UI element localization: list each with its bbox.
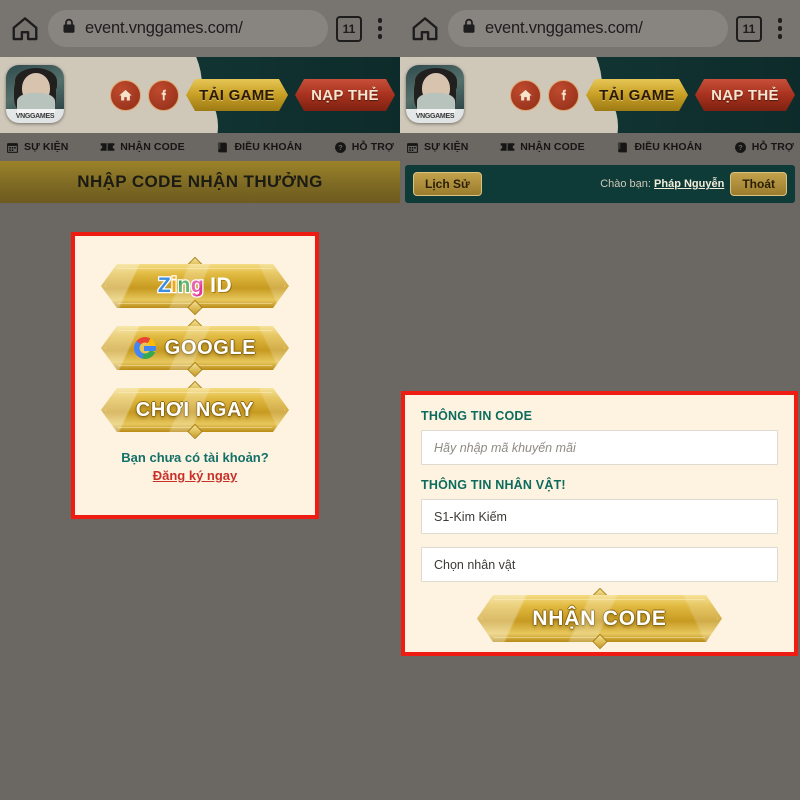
- calendar-icon: [406, 141, 419, 154]
- header-actions: TẢI GAME NẠP THẺ: [110, 79, 395, 111]
- tab-count-value: 11: [342, 21, 356, 36]
- site-nav: SỰ KIỆN NHẬN CODE ĐIỀU KHOẢN ? HỖ TRỢ: [0, 133, 400, 161]
- url-text: event.vnggames.com/: [485, 19, 643, 37]
- question-circle-icon: ?: [734, 141, 747, 154]
- ticket-icon: [100, 141, 115, 153]
- nav-item-label: SỰ KIỆN: [424, 141, 469, 153]
- zing-letter-n: n: [177, 274, 191, 297]
- google-login-label: GOOGLE: [164, 336, 257, 359]
- question-circle-icon: ?: [334, 141, 347, 154]
- kebab-menu-icon[interactable]: [370, 18, 390, 39]
- lock-icon: [462, 18, 476, 39]
- nav-item-label: ĐIỀU KHOẢN: [234, 141, 302, 153]
- kebab-menu-icon[interactable]: [770, 18, 790, 39]
- logo-caption: VNGGAMES: [6, 109, 64, 123]
- page-title-banner: NHẬP CODE NHẬN THƯỞNG: [0, 161, 400, 203]
- game-header: VNGGAMES TẢI GAME NẠP THẺ: [400, 57, 800, 133]
- download-game-button[interactable]: TẢI GAME: [186, 79, 288, 111]
- home-icon[interactable]: [510, 79, 541, 111]
- url-bar[interactable]: event.vnggames.com/: [48, 10, 328, 47]
- ticket-icon: [500, 141, 515, 153]
- play-now-label: CHƠI NGAY: [135, 398, 255, 421]
- tab-counter-icon[interactable]: 11: [736, 15, 762, 42]
- character-select[interactable]: Chọn nhân vật: [421, 547, 778, 582]
- topup-button[interactable]: NẠP THẺ: [695, 79, 795, 111]
- logo-caption: VNGGAMES: [406, 109, 464, 123]
- game-logo[interactable]: VNGGAMES: [6, 65, 64, 123]
- nav-item-label: HỖ TRỢ: [351, 141, 394, 153]
- register-link[interactable]: Đăng ký ngay: [153, 468, 238, 483]
- code-form: THÔNG TIN CODE Hãy nhập mã khuyến mãi TH…: [405, 395, 794, 658]
- nav-item-ho-tro[interactable]: ? HỖ TRỢ: [734, 141, 794, 154]
- browser-chrome-left: event.vnggames.com/ 11: [0, 0, 400, 57]
- greeting: Chào bạn: Pháp Nguyễn: [600, 178, 724, 190]
- code-form-annotation: THÔNG TIN CODE Hãy nhập mã khuyến mãi TH…: [401, 391, 798, 656]
- register-prompt: Bạn chưa có tài khoản? Đăng ký ngay: [101, 450, 289, 485]
- download-game-button[interactable]: TẢI GAME: [586, 79, 688, 111]
- submit-code-label: NHẬN CODE: [532, 606, 667, 630]
- character-section-title: THÔNG TIN NHÂN VẬT!: [421, 478, 566, 492]
- site-nav: SỰ KIỆN NHẬN CODE ĐIỀU KHOẢN ? HỖ TRỢ: [400, 133, 800, 161]
- tab-counter-icon[interactable]: 11: [336, 15, 362, 42]
- login-card-annotation: Zi n g ID GOOGLE CHƠI NGAY Bạn chưa có t…: [71, 232, 319, 519]
- zing-letter-g: g: [190, 274, 205, 297]
- zing-id-login-button[interactable]: Zi n g ID: [101, 256, 289, 316]
- game-header: VNGGAMES TẢI GAME NẠP THẺ: [0, 57, 400, 133]
- calendar-icon: [6, 141, 19, 154]
- nav-item-label: NHẬN CODE: [120, 141, 185, 153]
- book-icon: [216, 141, 229, 154]
- facebook-icon[interactable]: [548, 79, 579, 111]
- promo-code-input[interactable]: Hãy nhập mã khuyến mãi: [421, 430, 778, 465]
- header-actions: TẢI GAME NẠP THẺ: [510, 79, 795, 111]
- nav-item-nhan-code[interactable]: NHẬN CODE: [500, 141, 585, 153]
- play-now-button[interactable]: CHƠI NGAY: [101, 380, 289, 440]
- home-icon[interactable]: [10, 14, 40, 44]
- user-status-bar: Lịch Sử Chào bạn: Pháp Nguyễn Thoát: [405, 165, 795, 203]
- browser-chrome: event.vnggames.com/ 11 event.vnggames.co…: [0, 0, 800, 57]
- browser-chrome-right: event.vnggames.com/ 11: [400, 0, 800, 57]
- nav-item-dieu-khoan[interactable]: ĐIỀU KHOẢN: [616, 141, 702, 154]
- logo-caption-text: VNGGAMES: [415, 112, 455, 120]
- nav-item-su-kien[interactable]: SỰ KIỆN: [6, 141, 68, 154]
- zing-letter-z: Z: [157, 274, 172, 297]
- nav-item-dieu-khoan[interactable]: ĐIỀU KHOẢN: [216, 141, 302, 154]
- logout-button[interactable]: Thoát: [730, 172, 787, 196]
- nav-item-ho-tro[interactable]: ? HỖ TRỢ: [334, 141, 394, 154]
- nav-item-label: NHẬN CODE: [520, 141, 585, 153]
- google-icon: [134, 337, 156, 359]
- url-bar[interactable]: event.vnggames.com/: [448, 10, 728, 47]
- server-select[interactable]: S1-Kim Kiếm: [421, 499, 778, 534]
- svg-text:?: ?: [338, 143, 343, 152]
- nav-item-su-kien[interactable]: SỰ KIỆN: [406, 141, 468, 154]
- zing-id-label: Zi n g ID: [158, 274, 232, 298]
- zing-id-suffix: ID: [210, 274, 233, 297]
- url-text: event.vnggames.com/: [85, 19, 243, 37]
- home-icon[interactable]: [110, 79, 141, 111]
- nav-item-nhan-code[interactable]: NHẬN CODE: [100, 141, 185, 153]
- tab-count-value: 11: [742, 21, 756, 36]
- lock-icon: [62, 18, 76, 39]
- topup-button[interactable]: NẠP THẺ: [295, 79, 395, 111]
- home-icon[interactable]: [410, 14, 440, 44]
- google-login-button[interactable]: GOOGLE: [101, 318, 289, 378]
- game-logo[interactable]: VNGGAMES: [406, 65, 464, 123]
- username[interactable]: Pháp Nguyễn: [654, 178, 724, 190]
- greeting-prefix: Chào bạn:: [600, 178, 651, 190]
- svg-text:?: ?: [738, 143, 743, 152]
- history-button[interactable]: Lịch Sử: [413, 172, 482, 196]
- nav-item-label: HỖ TRỢ: [751, 141, 794, 153]
- nav-item-label: ĐIỀU KHOẢN: [634, 141, 702, 153]
- page-title: NHẬP CODE NHẬN THƯỞNG: [77, 172, 323, 191]
- screenshot-root: event.vnggames.com/ 11 event.vnggames.co…: [0, 0, 800, 800]
- facebook-icon[interactable]: [148, 79, 179, 111]
- book-icon: [616, 141, 629, 154]
- no-account-question: Bạn chưa có tài khoản?: [121, 450, 269, 465]
- code-section-title: THÔNG TIN CODE: [421, 409, 533, 423]
- submit-code-button[interactable]: NHẬN CODE: [477, 587, 722, 650]
- nav-item-label: SỰ KIỆN: [24, 141, 69, 153]
- logo-caption-text: VNGGAMES: [15, 112, 55, 120]
